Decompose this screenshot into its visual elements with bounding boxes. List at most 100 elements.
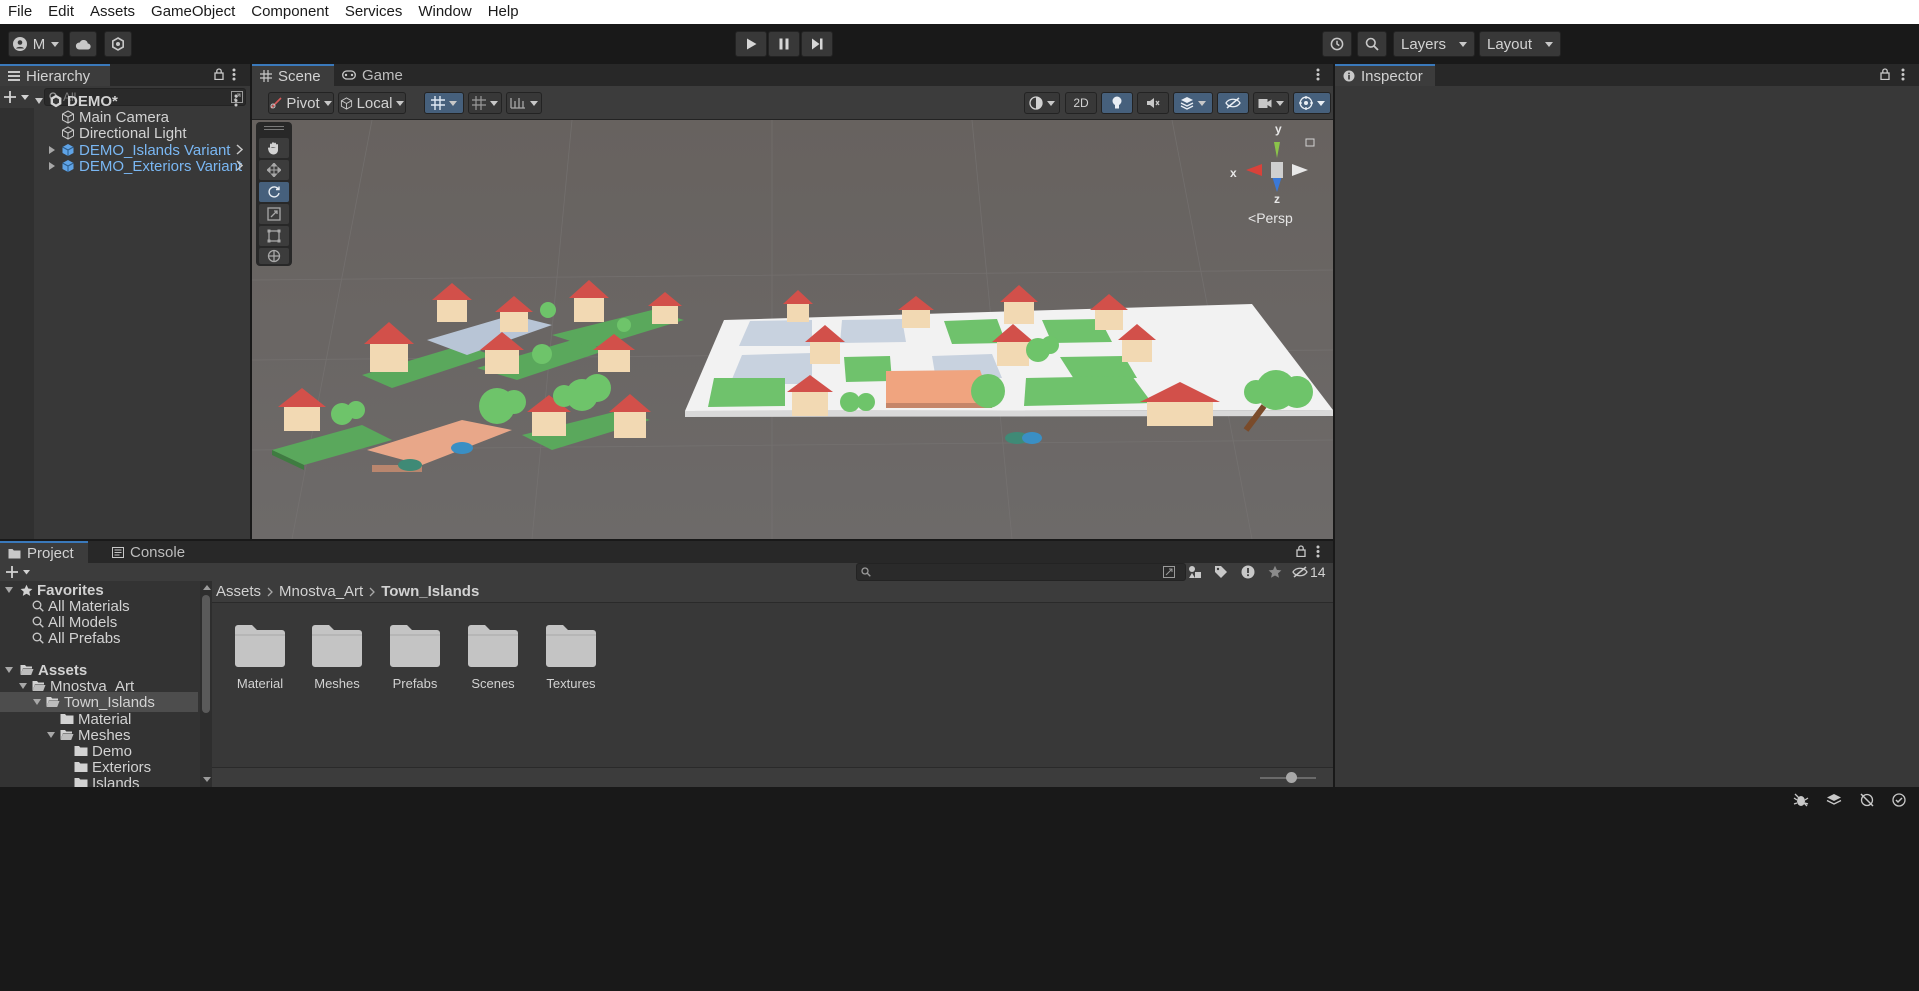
kebab-menu-icon[interactable] <box>232 68 236 81</box>
expand-arrow-icon[interactable] <box>48 161 56 171</box>
orientation-gizmo[interactable]: y x z <Persp <box>1230 122 1322 238</box>
chevron-down-icon <box>1047 100 1055 106</box>
expand-arrow-icon[interactable] <box>48 145 56 155</box>
expand-arrow-icon[interactable] <box>32 698 42 706</box>
gizmos-dropdown[interactable] <box>1293 92 1331 114</box>
menu-window[interactable]: Window <box>410 0 479 24</box>
pause-button[interactable] <box>768 31 800 57</box>
search-scope-icon[interactable] <box>1163 566 1175 578</box>
menu-component[interactable]: Component <box>243 0 337 24</box>
favorite-star-icon[interactable] <box>1268 565 1282 579</box>
icon-size-slider-thumb[interactable] <box>1286 772 1297 783</box>
tab-game[interactable]: Game <box>334 64 406 86</box>
open-folder-icon <box>32 680 46 692</box>
rotate-tool-button[interactable] <box>259 182 289 202</box>
expand-arrow-icon[interactable] <box>46 731 56 739</box>
scene-viewport[interactable]: y x z <Persp <box>252 120 1333 539</box>
kebab-menu-icon[interactable] <box>1901 68 1905 81</box>
tab-project[interactable]: Project <box>0 541 88 563</box>
menu-edit[interactable]: Edit <box>40 0 82 24</box>
scroll-thumb[interactable] <box>202 595 210 713</box>
folder-prefabs[interactable]: Prefabs <box>380 624 450 691</box>
tab-scene[interactable]: Scene <box>252 64 334 86</box>
search-button[interactable] <box>1357 31 1387 57</box>
scale-tool-button[interactable] <box>259 204 289 224</box>
audio-toggle[interactable] <box>1137 92 1169 114</box>
ruler-snap-button[interactable] <box>506 92 542 114</box>
scroll-up-icon[interactable] <box>203 585 211 590</box>
move-tool-button[interactable] <box>259 160 289 180</box>
transform-tool-button[interactable] <box>259 248 289 264</box>
breadcrumb-town-islands[interactable]: Town_Islands <box>381 583 479 600</box>
folder-scenes[interactable]: Scenes <box>458 624 528 691</box>
layout-dropdown[interactable]: Layout <box>1479 31 1561 57</box>
folder-meshes[interactable]: Meshes <box>302 624 372 691</box>
layers-dropdown[interactable]: Layers <box>1393 31 1475 57</box>
tree-item-islands[interactable]: Islands <box>74 773 140 787</box>
expand-arrow-icon[interactable] <box>18 682 28 690</box>
palette-grip[interactable] <box>264 126 284 130</box>
effects-dropdown[interactable] <box>1173 92 1213 114</box>
kebab-menu-icon[interactable] <box>1316 545 1320 558</box>
menu-gameobject[interactable]: GameObject <box>143 0 243 24</box>
grid-snap-button[interactable] <box>424 92 464 114</box>
menu-help[interactable]: Help <box>480 0 527 24</box>
lock-icon[interactable] <box>1880 68 1890 80</box>
expand-arrow-icon[interactable] <box>34 97 44 105</box>
toggle-2d-button[interactable]: 2D <box>1065 92 1097 114</box>
cache-server-icon[interactable] <box>1826 793 1842 807</box>
chevron-right-icon[interactable] <box>236 144 243 155</box>
list-icon <box>8 71 20 81</box>
folder-label: Textures <box>546 676 596 691</box>
folder-textures[interactable]: Textures <box>536 624 606 691</box>
pivot-dropdown[interactable]: Pivot <box>268 92 334 114</box>
step-button[interactable] <box>801 31 833 57</box>
kebab-menu-icon[interactable] <box>1316 68 1320 81</box>
filter-type-icon[interactable] <box>1188 565 1202 579</box>
bug-icon[interactable] <box>1793 793 1809 807</box>
hidden-packages-toggle[interactable]: 14 <box>1292 564 1326 580</box>
hand-tool-button[interactable] <box>259 138 289 158</box>
visibility-toggle[interactable] <box>1217 92 1249 114</box>
lock-icon[interactable] <box>214 68 224 80</box>
breadcrumb-assets[interactable]: Assets <box>216 583 261 600</box>
camera-dropdown[interactable] <box>1253 92 1289 114</box>
create-asset-button[interactable] <box>6 566 32 578</box>
account-icon <box>12 37 27 51</box>
tab-console[interactable]: Console <box>104 541 190 563</box>
menu-services[interactable]: Services <box>337 0 411 24</box>
kebab-menu-icon[interactable] <box>234 94 238 107</box>
play-button[interactable] <box>735 31 767 57</box>
label-tag-icon[interactable] <box>1214 565 1228 579</box>
expand-arrow-icon[interactable] <box>4 586 14 594</box>
network-disabled-icon[interactable] <box>1859 793 1875 807</box>
folder-material[interactable]: Material <box>225 624 295 691</box>
local-dropdown[interactable]: Local <box>338 92 406 114</box>
add-object-button[interactable] <box>4 91 32 103</box>
cloud-button[interactable] <box>69 31 97 57</box>
warning-icon[interactable] <box>1241 565 1255 579</box>
open-folder-icon <box>60 729 74 741</box>
breadcrumb-mnostva-art[interactable]: Mnostva_Art <box>279 583 363 600</box>
chevron-right-icon[interactable] <box>236 160 243 171</box>
persp-label[interactable]: <Persp <box>1248 210 1293 226</box>
project-search-input[interactable] <box>856 563 1186 581</box>
increment-snap-button[interactable] <box>468 92 502 114</box>
hierarchy-item-demo-exteriors[interactable]: DEMO_Exteriors Variant <box>48 156 250 176</box>
lighting-toggle[interactable] <box>1101 92 1133 114</box>
tab-inspector[interactable]: Inspector <box>1335 64 1435 86</box>
favorite-all-prefabs[interactable]: All Prefabs <box>32 628 121 648</box>
account-dropdown[interactable]: M <box>8 31 64 57</box>
check-circle-icon[interactable] <box>1892 793 1906 807</box>
menu-file[interactable]: File <box>0 0 40 24</box>
tab-hierarchy[interactable]: Hierarchy <box>0 64 110 86</box>
lock-icon[interactable] <box>1296 545 1306 557</box>
history-button[interactable] <box>1322 31 1352 57</box>
menu-assets[interactable]: Assets <box>82 0 143 24</box>
scroll-down-icon[interactable] <box>203 777 211 782</box>
expand-arrow-icon[interactable] <box>4 666 14 674</box>
draw-mode-dropdown[interactable] <box>1024 92 1060 114</box>
collab-button[interactable] <box>104 31 132 57</box>
rect-tool-button[interactable] <box>259 226 289 246</box>
tree-scrollbar[interactable] <box>200 581 212 787</box>
